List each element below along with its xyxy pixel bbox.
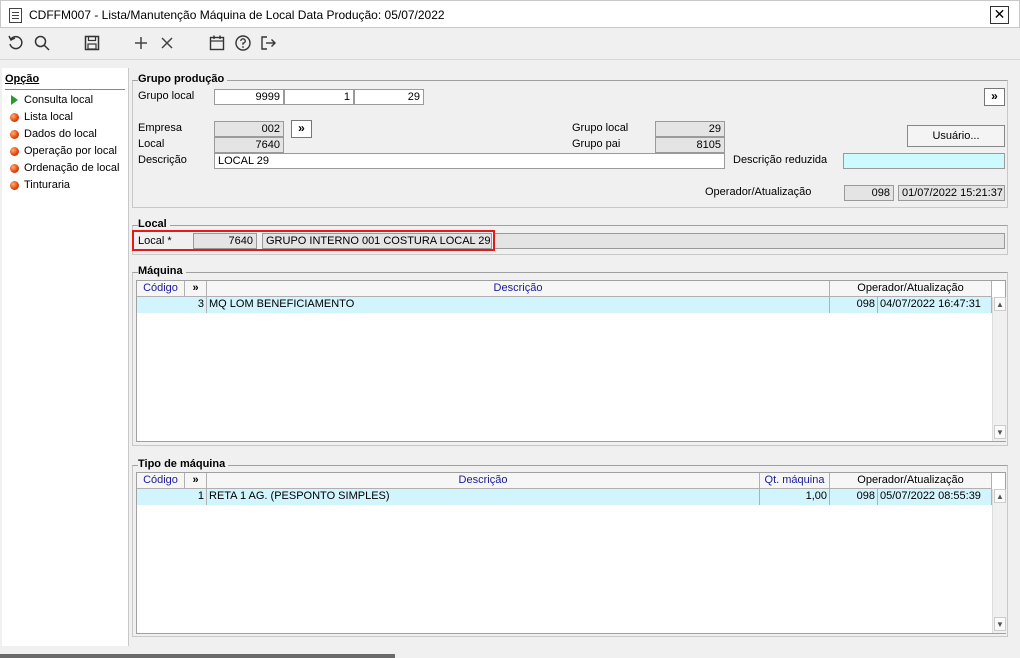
cell-codigo[interactable]: 3 xyxy=(137,297,207,313)
usuario-button[interactable]: Usuário... xyxy=(907,125,1005,147)
local-field: 7640 xyxy=(214,137,284,153)
delete-icon[interactable] xyxy=(157,33,177,53)
column-header-expand[interactable]: » xyxy=(185,473,207,489)
operador-atualizacao-label: Operador/Atualização xyxy=(705,186,812,198)
sidebar-item-tinturaria[interactable]: Tinturaria xyxy=(8,177,119,194)
help-icon[interactable] xyxy=(233,33,253,53)
tipo-maquina-grid: Código » Descrição Qt. máquina Operador/… xyxy=(136,472,1006,634)
grupo-local-field-2[interactable]: 1 xyxy=(284,89,354,105)
sidebar-heading: Opção xyxy=(5,73,40,85)
local-description-field: GRUPO INTERNO 001 COSTURA LOCAL 29 xyxy=(262,233,492,249)
scroll-down-icon[interactable]: ▼ xyxy=(994,425,1006,439)
grupo-local-right-label: Grupo local xyxy=(572,122,629,134)
cell-atualizacao: 05/07/2022 08:55:39 xyxy=(878,489,992,505)
bullet-icon xyxy=(10,164,19,173)
save-icon[interactable] xyxy=(82,33,102,53)
sidebar-item-label: Operação por local xyxy=(24,145,117,157)
next-record-button[interactable]: » xyxy=(984,88,1005,106)
sidebar-item-label: Ordenação de local xyxy=(24,162,120,174)
cell-operador: 098 xyxy=(830,297,878,313)
atualizacao-field: 01/07/2022 15:21:37 xyxy=(898,185,1005,201)
scroll-down-icon[interactable]: ▼ xyxy=(994,617,1006,631)
column-header-qt-maquina[interactable]: Qt. máquina xyxy=(760,473,830,489)
table-row[interactable]: 3 MQ LOM BENEFICIAMENTO 098 04/07/2022 1… xyxy=(137,297,992,313)
sidebar-item-consulta-local[interactable]: Consulta local xyxy=(8,92,119,109)
cell-atualizacao: 04/07/2022 16:47:31 xyxy=(878,297,992,313)
empresa-label: Empresa xyxy=(138,122,183,134)
local-required-label: Local * xyxy=(138,235,172,247)
column-header-codigo[interactable]: Código xyxy=(137,281,185,297)
taskbar-edge xyxy=(0,654,395,658)
grupo-local-right-field: 29 xyxy=(655,121,725,137)
sidebar-item-label: Dados do local xyxy=(24,128,97,140)
scroll-up-icon[interactable]: ▲ xyxy=(994,297,1006,311)
grupo-local-label: Grupo local xyxy=(138,90,195,102)
descricao-field[interactable]: LOCAL 29 xyxy=(214,153,725,169)
bullet-icon xyxy=(10,181,19,190)
sidebar-item-label: Consulta local xyxy=(24,94,94,106)
sidebar-item-dados-do-local[interactable]: Dados do local xyxy=(8,126,119,143)
column-header-operador-atualizacao[interactable]: Operador/Atualização xyxy=(830,473,992,489)
maquina-grid: Código » Descrição Operador/Atualização … xyxy=(136,280,1006,442)
local-group-title: Local xyxy=(138,218,170,230)
local-code-field: 7640 xyxy=(193,233,257,249)
tipo-maquina-group-title: Tipo de máquina xyxy=(138,458,229,470)
column-header-codigo[interactable]: Código xyxy=(137,473,185,489)
sidebar-divider xyxy=(5,89,125,90)
sidebar-item-lista-local[interactable]: Lista local xyxy=(8,109,119,126)
close-button[interactable]: ✕ xyxy=(990,6,1009,24)
refresh-icon[interactable] xyxy=(6,33,26,53)
window-title: CDFFM007 - Lista/Manutenção Máquina de L… xyxy=(29,8,445,22)
tipo-maquina-scrollbar[interactable]: ▲ ▼ xyxy=(992,489,1006,633)
play-arrow-icon xyxy=(11,95,18,105)
descricao-reduzida-label: Descrição reduzida xyxy=(733,154,828,166)
bullet-icon xyxy=(10,113,19,122)
empresa-field: 002 xyxy=(214,121,284,137)
maquina-group-title: Máquina xyxy=(138,265,186,277)
grupo-producao-title: Grupo produção xyxy=(138,73,228,85)
cell-qt-maquina: 1,00 xyxy=(760,489,830,505)
column-header-operador-atualizacao[interactable]: Operador/Atualização xyxy=(830,281,992,297)
sidebar-item-label: Lista local xyxy=(24,111,73,123)
operador-field: 098 xyxy=(844,185,894,201)
add-icon[interactable] xyxy=(131,33,151,53)
scroll-up-icon[interactable]: ▲ xyxy=(994,489,1006,503)
cell-codigo[interactable]: 1 xyxy=(137,489,207,505)
toolbar xyxy=(0,28,1020,60)
cell-descricao: MQ LOM BENEFICIAMENTO xyxy=(207,297,830,313)
column-header-expand[interactable]: » xyxy=(185,281,207,297)
exit-icon[interactable] xyxy=(258,33,278,53)
options-sidebar: Opção Consulta local Lista local Dados d… xyxy=(2,68,129,646)
descricao-reduzida-field[interactable] xyxy=(843,153,1005,169)
bullet-icon xyxy=(10,147,19,156)
search-icon[interactable] xyxy=(32,33,52,53)
calendar-icon[interactable] xyxy=(207,33,227,53)
grupo-local-field-1[interactable]: 9999 xyxy=(214,89,284,105)
sidebar-item-label: Tinturaria xyxy=(24,179,71,191)
title-bar: CDFFM007 - Lista/Manutenção Máquina de L… xyxy=(0,0,1020,28)
cell-descricao: RETA 1 AG. (PESPONTO SIMPLES) xyxy=(207,489,760,505)
grupo-pai-field: 8105 xyxy=(655,137,725,153)
local-label: Local xyxy=(138,138,165,150)
descricao-label: Descrição xyxy=(138,154,187,166)
column-header-descricao[interactable]: Descrição xyxy=(207,473,760,489)
bullet-icon xyxy=(10,130,19,139)
grupo-pai-label: Grupo pai xyxy=(572,138,621,150)
cell-operador: 098 xyxy=(830,489,878,505)
local-extra-field xyxy=(494,233,1005,249)
document-icon xyxy=(9,8,22,23)
grupo-local-field-3[interactable]: 29 xyxy=(354,89,424,105)
table-row[interactable]: 1 RETA 1 AG. (PESPONTO SIMPLES) 1,00 098… xyxy=(137,489,992,505)
column-header-descricao[interactable]: Descrição xyxy=(207,281,830,297)
sidebar-item-ordenacao-de-local[interactable]: Ordenação de local xyxy=(8,160,119,177)
sidebar-item-operacao-por-local[interactable]: Operação por local xyxy=(8,143,119,160)
empresa-lookup-button[interactable]: » xyxy=(291,120,312,138)
maquina-scrollbar[interactable]: ▲ ▼ xyxy=(992,297,1006,441)
